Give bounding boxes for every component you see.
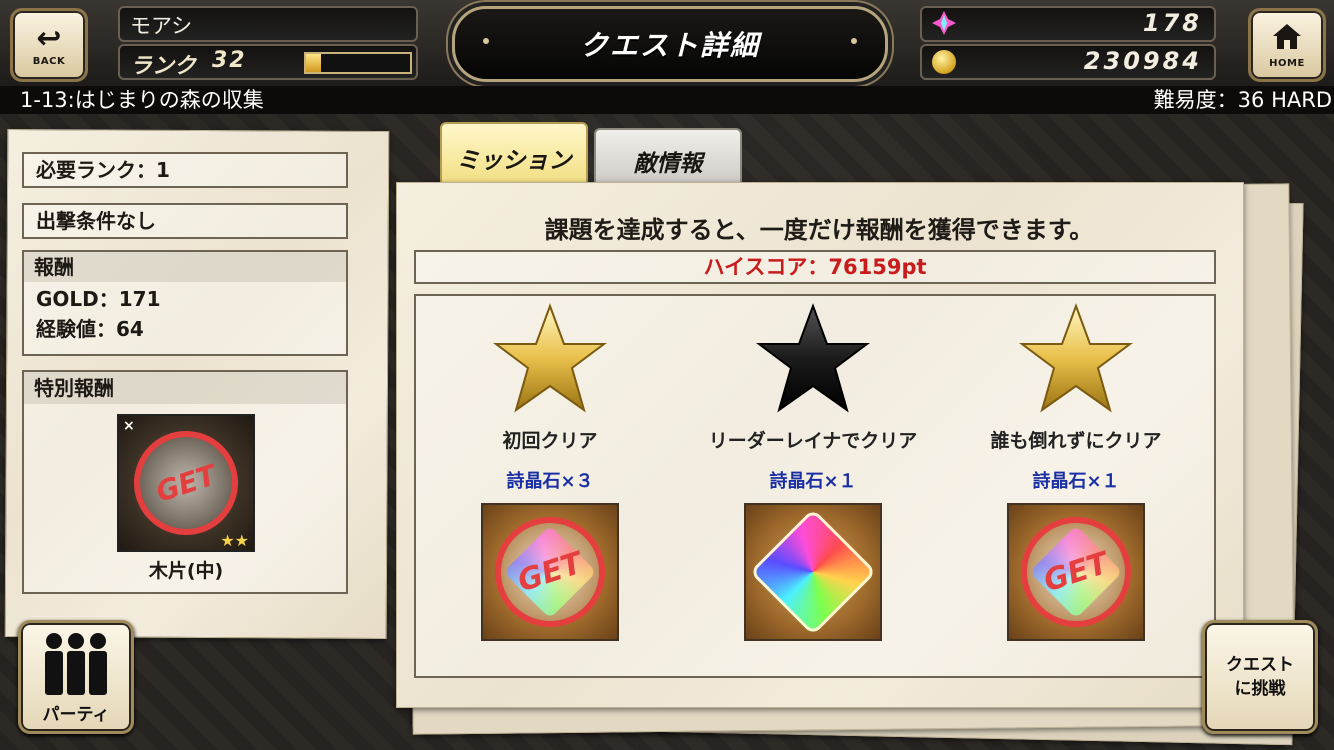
party-members-icon <box>43 633 109 701</box>
sortie-condition-box: 出撃条件なし <box>22 203 348 239</box>
gold-count: 230984 <box>1083 47 1202 75</box>
reward-item-icon[interactable]: GET <box>1006 502 1146 642</box>
quest-name: 1-13:はじまりの森の収集 <box>20 88 264 112</box>
rank-plate: ランク 32 <box>118 44 418 80</box>
ornament-dot <box>851 38 857 44</box>
highscore-box: ハイスコア：76159pt <box>414 250 1216 284</box>
mission-item: 初回クリア 詩晶石×３ GET <box>425 300 675 642</box>
mission-name: リーダーレイナでクリア <box>708 430 918 452</box>
star-achieved-icon <box>1019 303 1133 413</box>
player-name: モアシ <box>130 14 193 38</box>
gold-coin-icon <box>932 50 956 74</box>
crystal-icon <box>932 11 956 35</box>
reward-item-icon[interactable] <box>744 503 882 641</box>
mission-reward: 詩晶石×１ <box>769 471 857 492</box>
quest-info-bar: 1-13:はじまりの森の収集 難易度：36 HARD <box>0 86 1334 114</box>
rank-label: ランク <box>130 54 197 79</box>
get-stamp-label: GET <box>1039 545 1113 599</box>
reward-box: 報酬 GOLD：171 経験値：64 <box>22 250 348 356</box>
reward-item-icon[interactable]: GET <box>480 502 620 642</box>
reward-header: 報酬 <box>24 252 346 282</box>
rank-exp-bar <box>304 52 412 74</box>
mission-name: 初回クリア <box>502 430 598 452</box>
page-title: クエスト詳細 <box>579 29 760 62</box>
back-arrow-icon: ↩ <box>36 20 62 56</box>
special-item-name: 木片(中) <box>148 560 224 582</box>
rank-exp-fill <box>306 54 321 72</box>
crystal-count: 178 <box>1142 9 1202 37</box>
mission-name: 誰も倒れずにクリア <box>990 430 1162 452</box>
highscore: ハイスコア：76159pt <box>703 255 927 279</box>
get-stamp-label: GET <box>513 545 587 599</box>
mission-reward: 詩晶石×１ <box>1032 471 1120 492</box>
mission-reward: 詩晶石×３ <box>506 471 594 492</box>
party-button[interactable]: パーティ <box>18 620 134 734</box>
mission-description: 課題を達成すると、一度だけ報酬を獲得できます。 <box>544 216 1094 244</box>
party-label: パーティ <box>42 705 110 725</box>
home-label: HOME <box>1269 57 1305 69</box>
challenge-quest-button[interactable]: クエストに挑戦 <box>1202 620 1318 734</box>
sortie-condition: 出撃条件なし <box>36 209 156 233</box>
get-stamp: GET <box>1006 502 1146 642</box>
gold-plate: 230984 <box>920 44 1216 80</box>
required-rank: 必要ランク：1 <box>36 158 170 182</box>
get-stamp: GET <box>480 502 620 642</box>
get-stamp-label: GET <box>151 457 221 509</box>
star-achieved-icon <box>493 303 607 413</box>
tab-mission-label: ミッション <box>456 148 572 174</box>
star-unachieved-icon <box>756 303 870 413</box>
reward-gold: GOLD：171 <box>36 287 161 311</box>
title-plate: クエスト詳細 <box>452 6 888 82</box>
crystal-icon <box>749 508 877 636</box>
item-qty-mark: × <box>123 418 135 434</box>
back-button[interactable]: ↩ BACK <box>10 8 88 82</box>
rank-value: 32 <box>212 48 247 73</box>
tab-enemy-info-label: 敵情報 <box>633 151 703 177</box>
mission-item: 誰も倒れずにクリア 詩晶石×１ GET <box>951 300 1201 642</box>
player-name-plate: モアシ <box>118 6 418 42</box>
item-rarity-stars: ★★ <box>220 531 249 550</box>
home-button[interactable]: HOME <box>1248 8 1326 82</box>
special-item-icon[interactable]: × GET ★★ <box>117 414 255 552</box>
get-stamp: GET <box>120 417 252 549</box>
quest-difficulty: 難易度：36 HARD <box>1153 88 1332 112</box>
challenge-label: クエストに挑戦 <box>1226 655 1294 699</box>
crystal-plate: 178 <box>920 6 1216 42</box>
special-reward-header: 特別報酬 <box>24 372 346 404</box>
reward-exp: 経験値：64 <box>36 317 144 341</box>
home-icon <box>1272 22 1302 56</box>
required-rank-box: 必要ランク：1 <box>22 152 348 188</box>
ornament-dot <box>483 38 489 44</box>
mission-item: リーダーレイナでクリア 詩晶石×１ <box>688 300 938 641</box>
back-label: BACK <box>32 55 66 67</box>
